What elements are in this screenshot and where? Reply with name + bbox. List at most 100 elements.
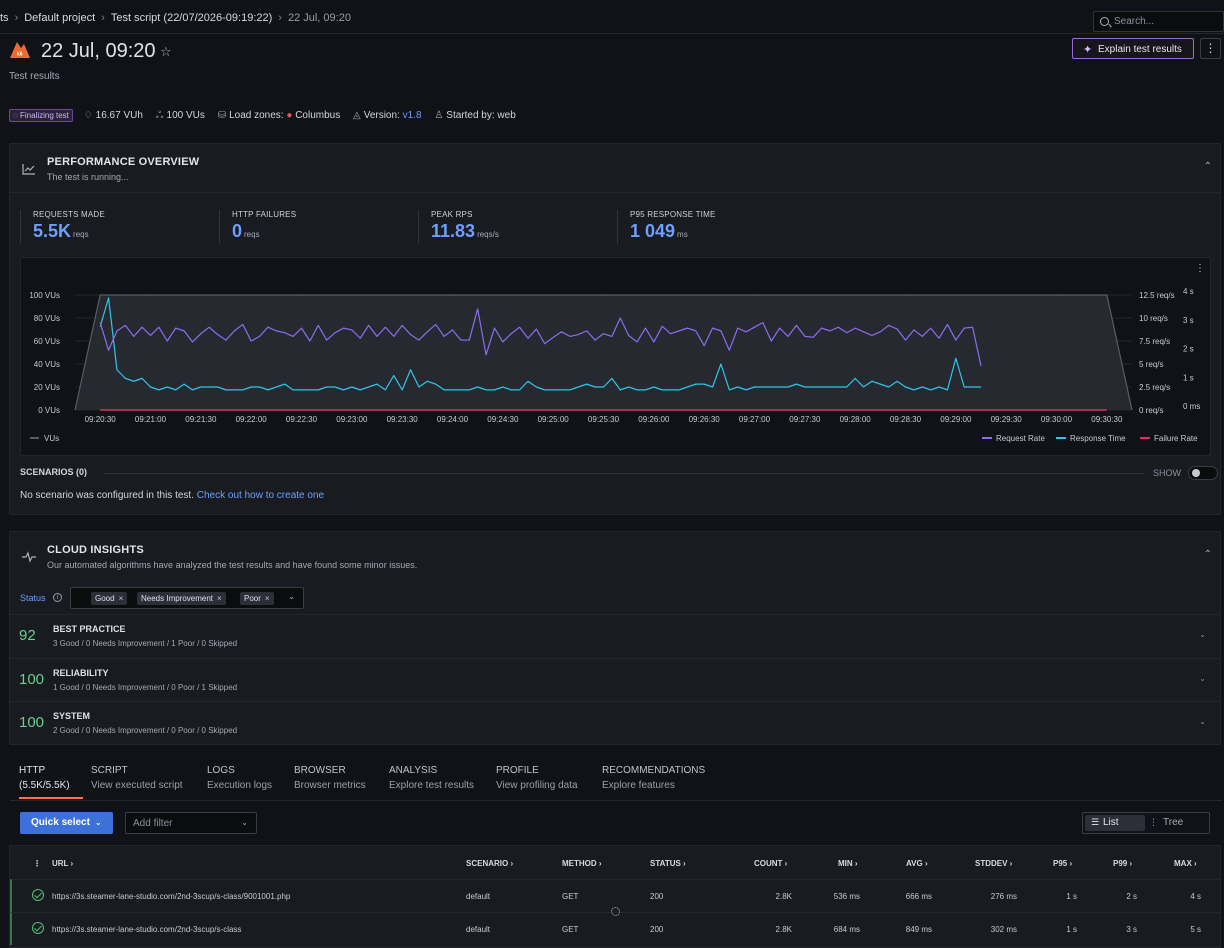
activity-icon	[22, 550, 36, 566]
version-link[interactable]: v1.8	[403, 110, 422, 121]
divider	[104, 473, 1144, 474]
tree-view-button[interactable]: ⋮ Tree	[1149, 815, 1207, 831]
header-min[interactable]: MIN ›	[838, 859, 858, 868]
version-info: ◬ Version: v1.8	[353, 110, 422, 121]
explain-test-results-button[interactable]: ✦ Explain test results	[1072, 38, 1194, 59]
page-title: 22 Jul, 09:20	[41, 40, 156, 62]
performance-title: PERFORMANCE OVERVIEW	[47, 156, 200, 168]
page-subtitle: Test results	[9, 71, 60, 82]
status-badge: ◌ Finalizing test	[9, 109, 73, 122]
x-tick-label: 09:22:30	[286, 415, 318, 424]
legend-label-failure-rate: Failure Rate	[1154, 434, 1198, 443]
performance-chart-svg: 100 VUs 80 VUs 60 VUs 40 VUs 20 VUs 0 VUs 12.5…	[29, 263, 1205, 443]
legend-label-vus: VUs	[44, 434, 59, 443]
line-chart-icon	[22, 162, 36, 178]
chevron-down-icon[interactable]: ⌄	[1199, 630, 1206, 639]
header-count[interactable]: COUNT ›	[754, 859, 787, 868]
y-time-tick-label: 4 s	[1183, 287, 1194, 296]
y-time-tick-label: 1 s	[1183, 373, 1194, 382]
tag-needs-improvement[interactable]: Needs Improvement ×	[137, 592, 226, 605]
header-max[interactable]: MAX ›	[1174, 859, 1197, 868]
insight-system[interactable]: 100 SYSTEM 2 Good / 0 Needs Improvement …	[10, 701, 1220, 745]
sparkle-icon: ✦	[1083, 44, 1093, 56]
vus-area	[75, 295, 1132, 410]
search-placeholder: Search...	[1114, 16, 1155, 27]
breadcrumb-separator: ›	[14, 12, 19, 24]
scenarios-toggle[interactable]	[1188, 466, 1218, 480]
info-icon[interactable]: i	[53, 593, 62, 602]
x-tick-label: 09:25:30	[588, 415, 620, 424]
header-scenario[interactable]: SCENARIO ›	[466, 859, 513, 868]
performance-chart: 100 VUs 80 VUs 60 VUs 40 VUs 20 VUs 0 VUs 12.5…	[20, 257, 1211, 456]
tab-profile[interactable]: PROFILE View profiling data	[496, 765, 586, 799]
divider	[10, 800, 1222, 801]
y-left-tick-label: 20 VUs	[34, 383, 60, 392]
header-p99[interactable]: P99 ›	[1113, 859, 1132, 868]
header-p95[interactable]: P95 ›	[1053, 859, 1072, 868]
x-tick-label: 09:26:30	[689, 415, 721, 424]
tab-http[interactable]: HTTP (5.5K/5.5K)	[19, 765, 83, 799]
cell-avg: 849 ms	[905, 925, 932, 934]
check-circle-icon	[32, 922, 44, 934]
x-tick-label: 09:30:30	[1091, 415, 1123, 424]
header-url[interactable]: URL ›	[52, 859, 73, 868]
search-input[interactable]: Search...	[1093, 11, 1224, 32]
cell-p99: 3 s	[1126, 925, 1137, 934]
x-tick-label: 09:28:30	[890, 415, 922, 424]
add-filter-select[interactable]: Add filter ⌄	[125, 812, 257, 834]
table-row[interactable]: https://3s.steamer-lane-studio.com/2nd-3…	[10, 912, 1220, 945]
cell-count: 2.8K	[775, 925, 792, 934]
header-status[interactable]: STATUS ›	[650, 859, 686, 868]
list-icon: ☰	[1091, 817, 1100, 827]
svg-text:k6: k6	[17, 52, 23, 58]
y-left-tick-label: 80 VUs	[34, 314, 60, 323]
breadcrumb-item-project[interactable]: Default project	[24, 12, 95, 24]
performance-subtitle: The test is running...	[47, 172, 129, 182]
breadcrumb-item-test-script[interactable]: Test script (22/07/2026-09:19:22)	[111, 12, 272, 24]
insight-reliability[interactable]: 100 RELIABILITY 1 Good / 0 Needs Improve…	[10, 658, 1220, 702]
tab-recommendations[interactable]: RECOMMENDATIONS Explore features	[602, 765, 707, 799]
insight-detail: 1 Good / 0 Needs Improvement / 0 Poor / …	[53, 683, 238, 692]
header-method[interactable]: METHOD ›	[562, 859, 602, 868]
loading-spinner-icon	[611, 907, 620, 916]
cell-scenario: default	[466, 925, 491, 934]
x-tick-label: 09:21:30	[185, 415, 217, 424]
chevron-down-icon[interactable]: ⌄	[1199, 674, 1206, 683]
more-options-button[interactable]: ⋮	[1200, 38, 1221, 59]
cell-status: 200	[650, 892, 664, 901]
quick-select-button[interactable]: Quick select ⌄	[20, 812, 113, 834]
chevron-down-icon[interactable]: ⌄	[1199, 717, 1206, 726]
cell-p99: 2 s	[1126, 892, 1137, 901]
cell-method: GET	[562, 925, 579, 934]
top-bar: ts › Default project › Test script (22/07/20…	[0, 3, 1224, 34]
stat-p95-response-time: P95 RESPONSE TIME 1 049 ms	[617, 210, 817, 244]
tab-logs[interactable]: LOGS Execution logs	[207, 765, 282, 799]
y-left-tick-label: 0 VUs	[38, 406, 60, 415]
y-rate-tick-label: 7.5 req/s	[1139, 337, 1170, 346]
y-time-tick-label: 0 ms	[1183, 402, 1200, 411]
x-tick-label: 09:27:30	[789, 415, 821, 424]
insight-score: 92	[19, 627, 36, 644]
chevron-down-icon[interactable]: ⌄	[288, 592, 295, 601]
create-scenario-link[interactable]: Check out how to create one	[197, 490, 324, 501]
x-tick-label: 09:27:00	[739, 415, 771, 424]
tab-script[interactable]: SCRIPT View executed script	[91, 765, 191, 799]
header-avg[interactable]: AVG ›	[906, 859, 928, 868]
y-left-tick-label: 60 VUs	[34, 337, 60, 346]
list-view-button[interactable]: ☰ List	[1085, 815, 1145, 831]
tag-good[interactable]: Good ×	[91, 592, 128, 605]
chevron-down-icon: ⌄	[241, 818, 248, 827]
scenarios-row: SCENARIOS (0) SHOW	[20, 466, 1218, 480]
collapse-chevron-icon[interactable]: ⌃	[1204, 549, 1212, 560]
tab-analysis[interactable]: ANALYSIS Explore test results	[389, 765, 484, 799]
status-multiselect[interactable]: Good × Needs Improvement × Poor × ⌄	[70, 587, 304, 609]
column-menu-icon[interactable]: ⋮	[33, 859, 41, 868]
star-icon[interactable]: ☆	[160, 44, 172, 60]
breadcrumb-item-projects[interactable]: ts	[0, 12, 9, 24]
tag-poor[interactable]: Poor ×	[240, 592, 274, 605]
legend-label-response-time: Response Time	[1070, 434, 1126, 443]
header-stddev[interactable]: STDDEV ›	[975, 859, 1012, 868]
insight-best-practice[interactable]: 92 BEST PRACTICE 3 Good / 0 Needs Improv…	[10, 614, 1220, 658]
collapse-chevron-icon[interactable]: ⌃	[1204, 161, 1212, 172]
tab-browser[interactable]: BROWSER Browser metrics	[294, 765, 374, 799]
